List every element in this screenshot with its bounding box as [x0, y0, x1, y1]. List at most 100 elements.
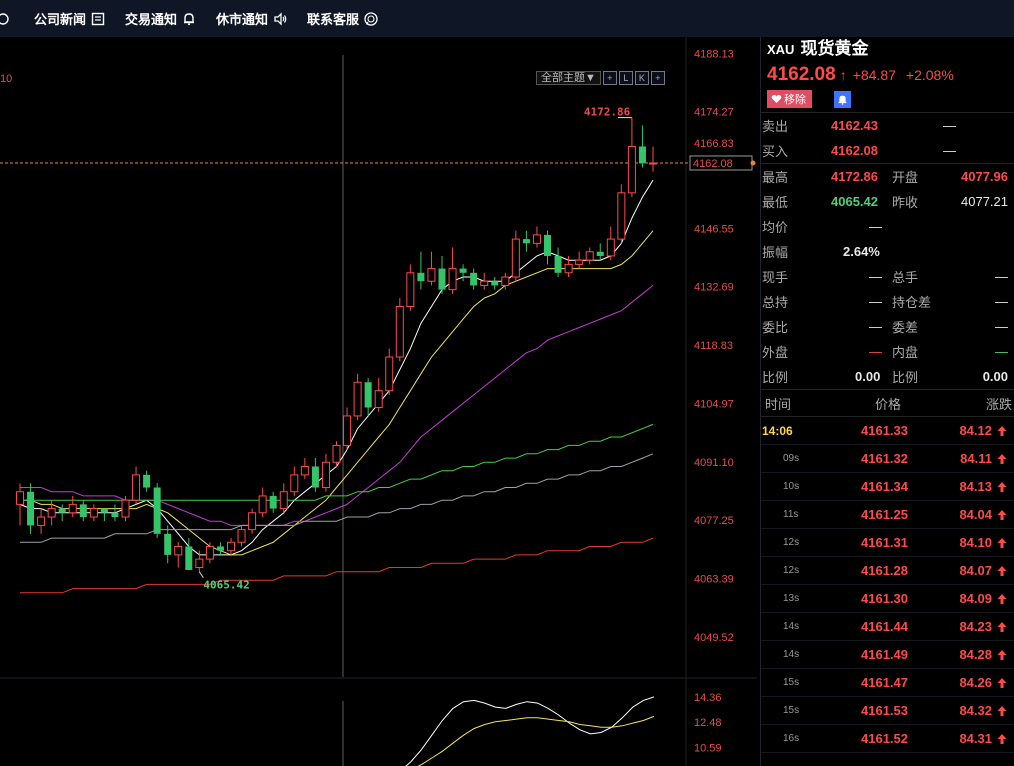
indicator-axis-label: 14.36	[694, 692, 722, 704]
proportion-label: 比例	[762, 370, 789, 385]
candle-body-up	[89, 508, 98, 518]
open-label: 开盘	[892, 170, 919, 185]
candle-body-down	[311, 466, 319, 488]
buy-price: 4162.08	[831, 143, 878, 158]
candle-body-up	[279, 491, 288, 510]
theme-selector[interactable]: 全部主题▼	[536, 71, 601, 85]
toolbar-item-label: 公司新闻	[34, 12, 87, 27]
toolbar-leading-icon[interactable]	[0, 0, 20, 37]
candle-body-down	[491, 281, 499, 286]
tick-change: 84.26	[959, 675, 992, 690]
tick-price: 4161.25	[861, 507, 908, 522]
tick-change: 84.28	[959, 647, 992, 662]
candle-body-up	[585, 251, 594, 261]
candle-body-down	[143, 474, 151, 488]
candle-body-down	[417, 272, 425, 282]
moving-average-line	[20, 285, 654, 526]
tick-change: 84.09	[959, 591, 992, 606]
arrow-up-icon	[997, 593, 1007, 604]
arrow-up-icon	[997, 733, 1007, 744]
candle-body-up	[132, 474, 141, 501]
candle-body-down	[438, 268, 446, 290]
corner-label: 10	[0, 73, 13, 85]
order-diff-value: —	[995, 319, 1008, 334]
indicator-axis-label: 10.59	[694, 742, 722, 754]
toolbar-item-label: 交易通知	[125, 12, 178, 27]
tick-row: 15s 4161.47 84.26	[761, 669, 1014, 697]
open-interest-label: 总持	[762, 295, 789, 310]
candle-body-down	[27, 491, 35, 526]
tick-row: 15s 4161.53 84.32	[761, 697, 1014, 725]
news-icon	[91, 12, 105, 25]
price-alert-button[interactable]	[834, 90, 851, 108]
symbol-name: 现货黄金	[800, 39, 869, 58]
candle-body-up	[564, 263, 573, 274]
candle-body-up	[37, 516, 46, 526]
kline-chart[interactable]: 4188.13 4174.27 4166.83 4146.55 4132.69 4118.…	[0, 37, 757, 766]
remove-watchlist-button[interactable]: 移除	[767, 90, 812, 108]
tick-time: 11s	[783, 509, 799, 520]
tick-change: 84.11	[960, 451, 992, 466]
proportion2-value: 0.00	[982, 369, 1008, 384]
toolbar-customer-service[interactable]: 联系客服	[307, 0, 384, 37]
stats-row-cur: 现手 — 总手 —	[761, 264, 1014, 289]
arrow-up-icon	[997, 649, 1007, 660]
tick-time: 15s	[783, 705, 800, 716]
buy-row: 买入 4162.08 —	[761, 138, 1014, 163]
sell-label: 卖出	[762, 119, 789, 134]
toolbar-market-closed-notice[interactable]: 休市通知	[216, 0, 293, 37]
low-value: 4065.42	[831, 194, 878, 209]
candle-body-up	[617, 192, 626, 240]
candle-body-down	[216, 546, 224, 551]
toolbar-item-label: 休市通知	[216, 12, 269, 27]
candle-body-down	[153, 487, 161, 534]
tick-row: 11s 4161.25 84.04	[761, 501, 1014, 529]
tick-time: 12s	[783, 565, 800, 576]
arrow-up-icon	[997, 509, 1007, 520]
low-marker-label: 4065.42	[203, 579, 249, 592]
stats-row-prop: 比例 0.00 比例 0.00	[761, 364, 1014, 389]
candle-body-down	[269, 495, 277, 509]
high-value: 4172.86	[831, 169, 878, 184]
buy-volume: —	[943, 143, 956, 158]
layout-button[interactable]: L	[618, 71, 633, 85]
kline-button[interactable]: K	[634, 71, 649, 85]
tick-row: 10s 4161.34 84.13	[761, 473, 1014, 501]
add-indicator-button[interactable]: +	[650, 71, 665, 85]
support-icon	[364, 11, 378, 26]
tick-row: 16s 4161.52 84.31	[761, 725, 1014, 753]
toolbar-company-news[interactable]: 公司新闻	[34, 0, 111, 37]
tick-change: 84.32	[959, 703, 992, 718]
candle-body-up	[16, 491, 24, 505]
crosshair-button[interactable]: +	[602, 71, 617, 85]
stats-row-outer: 外盘 — 内盘 —	[761, 339, 1014, 364]
speaker-icon	[274, 11, 287, 26]
tick-price: 4161.53	[861, 703, 908, 718]
heart-icon	[771, 94, 782, 103]
tick-row: 14s 4161.44 84.23	[761, 613, 1014, 641]
price-axis-label: 4091.10	[694, 457, 734, 469]
sell-volume: —	[943, 118, 956, 133]
remove-label: 移除	[784, 94, 806, 106]
prev-close-label: 昨收	[892, 195, 919, 210]
candle-body-up	[343, 415, 352, 446]
price-axis-label: 4118.83	[694, 340, 733, 352]
high-marker-label: 4172.86	[584, 106, 631, 119]
price-axis-label: 4146.55	[694, 223, 734, 235]
chart-toolbar: 全部主题▼ + L K +	[536, 71, 665, 85]
quote-panel: XAU 现货黄金 4162.08 ↑ +84.87 +2.08% 移除 卖出 4…	[760, 37, 1014, 766]
alert-bell-icon	[838, 95, 847, 105]
avg-label: 均价	[762, 220, 789, 235]
tick-row: 14:06 4161.33 84.12	[761, 417, 1014, 445]
candle-body-up	[248, 512, 257, 531]
open-value: 4077.96	[961, 169, 1008, 184]
ticks-list[interactable]: 14:06 4161.33 84.12 09s 4161.32 84.11 10s 4161.…	[761, 417, 1014, 753]
price-axis-label: 4063.39	[694, 574, 734, 586]
tick-price: 4161.47	[861, 675, 908, 690]
toolbar-trade-notice[interactable]: 交易通知	[125, 0, 202, 37]
kline-chart-area[interactable]: 4188.13 4174.27 4166.83 4146.55 4132.69 4118.…	[0, 37, 757, 766]
tick-change: 84.12	[959, 423, 992, 438]
inner-label: 内盘	[892, 345, 919, 360]
quote-header: XAU 现货黄金 4162.08 ↑ +84.87 +2.08% 移除	[761, 37, 1014, 113]
tick-price: 4161.34	[861, 479, 908, 494]
